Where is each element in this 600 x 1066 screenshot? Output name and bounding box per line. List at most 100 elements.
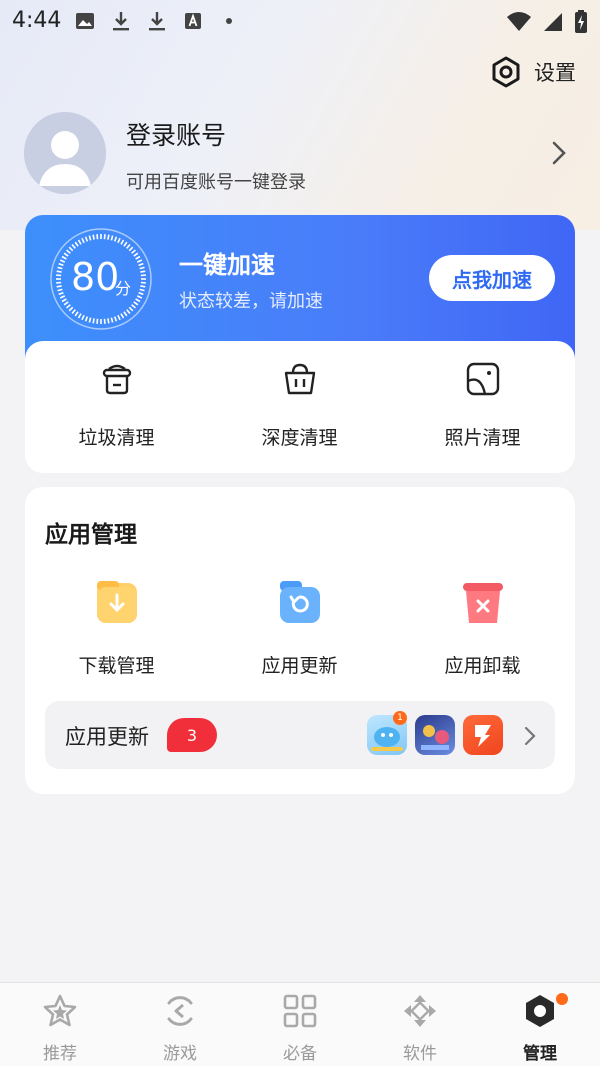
- photo-icon: [466, 362, 500, 396]
- app-uninstall-label: 应用卸载: [444, 655, 521, 677]
- score-ring-tick: [77, 313, 82, 319]
- a-box-icon: [185, 13, 201, 29]
- score-ring-tick: [88, 235, 92, 241]
- tab-games[interactable]: 游戏: [120, 983, 240, 1066]
- tab-recommend[interactable]: 推荐: [0, 983, 120, 1066]
- photo-clean-label: 照片清理: [444, 427, 521, 449]
- battery-charging-icon: [575, 10, 587, 33]
- score-ring-tick: [113, 236, 118, 242]
- download-icon: [113, 12, 129, 31]
- login-row[interactable]: 登录账号 可用百度账号一键登录: [24, 112, 576, 194]
- score-ring-tick: [110, 317, 114, 323]
- score-ring-tick: [74, 241, 79, 247]
- score-ring-tick: [123, 241, 128, 247]
- score-value: 80: [71, 255, 120, 299]
- score-ring-tick: [63, 252, 69, 257]
- app-update-button[interactable]: 应用更新: [208, 579, 391, 679]
- app-thumbnail-bolt: [463, 715, 503, 755]
- tab-recommend-label: 推荐: [43, 1044, 77, 1064]
- image-icon: [76, 13, 94, 29]
- score-ring-tick: [84, 316, 89, 322]
- score-ring-tick: [77, 239, 82, 245]
- score-ring-tick: [57, 266, 63, 270]
- tab-software-label: 软件: [403, 1044, 437, 1064]
- score-ring-tick: [107, 318, 110, 324]
- junk-clean-label: 垃圾清理: [78, 427, 155, 449]
- game-icon: [167, 996, 193, 1026]
- score-ring-tick: [58, 262, 64, 267]
- app-update-label: 应用更新: [261, 655, 338, 677]
- settings-button[interactable]: 设置: [490, 56, 576, 88]
- score-ring-tick: [81, 237, 85, 244]
- basket-icon: [284, 363, 316, 395]
- speed-up-button[interactable]: 点我加速: [429, 255, 555, 301]
- photo-clean-button[interactable]: 照片清理: [391, 341, 574, 473]
- score-ring-tick: [57, 288, 63, 292]
- score-ring-tick: [120, 239, 125, 245]
- signal-icon: [544, 13, 562, 31]
- score-ring-tick: [135, 255, 141, 260]
- score-ring-tick: [58, 291, 64, 296]
- download-folder-icon: [97, 581, 137, 623]
- score-ring-tick: [71, 309, 76, 314]
- score-ring-tick: [81, 314, 85, 321]
- chevron-right-icon: [524, 726, 536, 746]
- diamond-arrows-icon: [404, 995, 436, 1027]
- bolt-app-icon: [475, 725, 491, 747]
- download-manager-label: 下载管理: [78, 655, 155, 677]
- score-ring-tick: [139, 288, 145, 292]
- manage-icon: [526, 995, 554, 1027]
- score-ring-tick: [120, 313, 125, 319]
- score-ring-tick: [123, 311, 128, 317]
- download-icon: [149, 12, 165, 31]
- score-ring-tick: [140, 285, 146, 288]
- score-ring-tick: [68, 246, 74, 252]
- bottom-nav: 推荐 游戏 必备 软件 管理: [0, 982, 600, 1066]
- update-box-icon: [280, 581, 320, 623]
- speed-subtitle: 状态较差，请加速: [179, 291, 323, 312]
- trash-can-icon: [102, 364, 132, 395]
- tab-manage[interactable]: 管理: [480, 983, 600, 1066]
- score-ring-tick: [140, 270, 146, 273]
- mini-badge: 1: [393, 711, 407, 725]
- notification-icons: [74, 10, 240, 32]
- score-ring-tick: [113, 316, 118, 322]
- app-management-card: 应用管理 下载管理 应用更新 应用卸载 应用更新 3 1: [25, 487, 575, 794]
- update-count-badge: 3: [167, 718, 217, 752]
- score-ring-tick: [139, 266, 145, 270]
- app-uninstall-button[interactable]: 应用卸载: [391, 579, 574, 679]
- tab-essentials[interactable]: 必备: [240, 983, 360, 1066]
- tab-essentials-label: 必备: [283, 1044, 317, 1064]
- avatar[interactable]: [24, 112, 106, 194]
- speed-title: 一键加速: [179, 251, 275, 279]
- wifi-icon: [507, 12, 531, 31]
- app-update-row[interactable]: 应用更新 3 1: [45, 701, 555, 769]
- score-ring-tick: [92, 318, 95, 324]
- uninstall-bin-icon: [463, 583, 503, 623]
- score-ring-tick: [56, 270, 62, 273]
- tab-software[interactable]: 软件: [360, 983, 480, 1066]
- chevron-right-icon: [552, 141, 566, 165]
- score-unit: 分: [115, 279, 132, 298]
- score-ring-tick: [128, 246, 134, 252]
- score-ring-tick: [66, 304, 71, 309]
- score-ring-tick: [59, 259, 66, 263]
- deep-clean-button[interactable]: 深度清理: [208, 341, 391, 473]
- score-ring-tick: [117, 314, 121, 321]
- score-ring-tick: [88, 317, 92, 323]
- score-ring-tick: [84, 236, 89, 242]
- score-ring-tick: [133, 301, 139, 306]
- score-ring-tick: [126, 309, 131, 314]
- settings-label: 设置: [534, 61, 576, 85]
- score-ring-tick: [71, 244, 76, 249]
- score-ring-tick: [135, 298, 141, 303]
- score-ring-tick: [131, 249, 136, 254]
- score-ring-tick: [133, 252, 139, 257]
- score-ring-tick: [138, 262, 144, 267]
- junk-clean-button[interactable]: 垃圾清理: [25, 341, 208, 473]
- app-thumbnail-game: [415, 715, 455, 755]
- score-ring-tick: [92, 234, 95, 240]
- tab-manage-label: 管理: [523, 1044, 557, 1064]
- download-manager-button[interactable]: 下载管理: [25, 579, 208, 679]
- score-ring-tick: [126, 244, 131, 249]
